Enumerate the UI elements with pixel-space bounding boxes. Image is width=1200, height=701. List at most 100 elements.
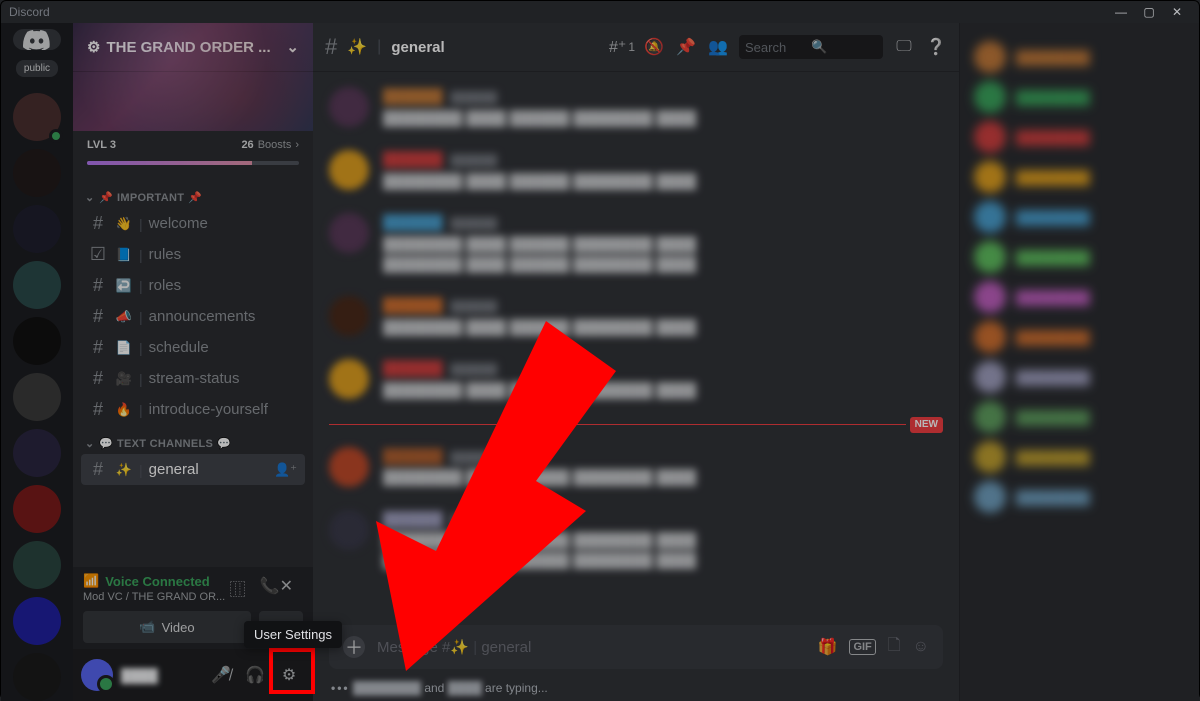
guild-item[interactable] (13, 541, 61, 589)
avatar (974, 481, 1006, 513)
avatar (974, 441, 1006, 473)
composer-placeholder[interactable]: Message #✨ | general (377, 638, 806, 656)
message-author[interactable]: ██████ (383, 510, 443, 530)
member-item[interactable]: ████████ (968, 37, 1191, 77)
message[interactable]: ████████████████████ ████ ██████ ███████… (329, 439, 943, 502)
member-item[interactable]: ████████ (968, 197, 1191, 237)
guild-item[interactable] (13, 485, 61, 533)
mute-button[interactable]: 🎤̸ (205, 659, 237, 691)
message[interactable]: ████████████████████ ████ ██████ ███████… (329, 79, 943, 142)
member-name: ████████ (1016, 370, 1090, 385)
channel-rules[interactable]: ☑📘|rules (81, 239, 305, 270)
member-item[interactable]: ████████ (968, 117, 1191, 157)
message-list[interactable]: ████████████████████ ████ ██████ ███████… (313, 71, 959, 625)
member-name: ████████ (1016, 50, 1090, 65)
channel-schedule[interactable]: #📄|schedule (81, 332, 305, 363)
window-minimize[interactable]: — (1107, 5, 1135, 19)
guild-item[interactable] (13, 653, 61, 701)
message-author[interactable]: ██████ (383, 87, 443, 107)
message[interactable]: ████████████████████ ████ ██████ ███████… (329, 142, 943, 205)
message-author[interactable]: ██████ (383, 213, 443, 233)
channel-announcements[interactable]: #📣|announcements (81, 301, 305, 332)
deafen-button[interactable]: 🎧 (239, 659, 271, 691)
member-item[interactable]: ████████ (968, 397, 1191, 437)
noise-suppression-icon[interactable]: ⿲ (230, 576, 246, 600)
channel-roles[interactable]: #↩️|roles (81, 270, 305, 301)
message-author[interactable]: ██████ (383, 296, 443, 316)
member-item[interactable]: ████████ (968, 277, 1191, 317)
member-item[interactable]: ████████ (968, 357, 1191, 397)
member-item[interactable]: ████████ (968, 157, 1191, 197)
window-maximize[interactable]: ▢ (1135, 5, 1163, 19)
boost-info[interactable]: LVL 3 26 Boosts › (73, 131, 313, 161)
guild-item[interactable] (13, 93, 61, 141)
disconnect-icon[interactable]: 📞✕ (260, 576, 293, 600)
search-input[interactable]: Search 🔍 (739, 35, 883, 59)
guild-item[interactable] (13, 261, 61, 309)
channel-stream-status[interactable]: #🎥|stream-status (81, 363, 305, 394)
help-icon: ❔ (926, 37, 946, 57)
avatar (974, 321, 1006, 353)
message-author[interactable]: ██████ (383, 150, 443, 170)
message[interactable]: ████████████████████ ████ ██████ ███████… (329, 205, 943, 288)
channel-emoji: ↩️ (115, 278, 133, 294)
channel-welcome[interactable]: #👋|welcome (81, 208, 305, 239)
boost-count: 26 (241, 139, 253, 151)
member-item[interactable]: ████████ (968, 237, 1191, 277)
channel-introduce-yourself[interactable]: #🔥|introduce-yourself (81, 394, 305, 425)
avatar[interactable] (329, 213, 369, 253)
help-button[interactable]: ❔ (925, 36, 947, 58)
member-item[interactable]: ████████ (968, 477, 1191, 517)
message[interactable]: ████████████████████ ████ ██████ ███████… (329, 288, 943, 351)
message[interactable]: ████████████████████ ████ ██████ ███████… (329, 502, 943, 585)
server-header[interactable]: ⚙ THE GRAND ORDER ... ⌄ (73, 23, 313, 71)
threads-button[interactable]: #⁺1 (611, 36, 633, 58)
member-name: ████████ (1016, 490, 1090, 505)
gif-icon[interactable]: GIF (849, 639, 875, 655)
members-toggle[interactable]: 👥 (707, 36, 729, 58)
channel-general[interactable]: # ✨ | general 👤⁺ (81, 454, 305, 485)
attach-button[interactable]: ＋ (343, 636, 365, 658)
member-item[interactable]: ████████ (968, 317, 1191, 357)
sticker-icon[interactable]: 🗋 (888, 634, 901, 661)
message-author[interactable]: ██████ (383, 447, 443, 467)
guild-item[interactable] (13, 373, 61, 421)
member-name: ████████ (1016, 330, 1090, 345)
guild-item[interactable] (13, 597, 61, 645)
inbox-button[interactable]: 🖵 (893, 36, 915, 58)
message-author[interactable]: ██████ (383, 359, 443, 379)
avatar[interactable] (329, 359, 369, 399)
hash-icon: # (89, 306, 107, 327)
avatar[interactable] (329, 447, 369, 487)
video-button[interactable]: 📹 Video (83, 611, 251, 643)
message[interactable]: ████████████████████ ████ ██████ ███████… (329, 351, 943, 414)
notifications-button[interactable]: 🔕 (643, 36, 665, 58)
channel-emoji: 📄 (115, 340, 133, 356)
pinned-button[interactable]: 📌 (675, 36, 697, 58)
category-text[interactable]: ⌄ 💬 TEXT CHANNELS 💬 (81, 425, 305, 454)
emoji-picker-icon[interactable]: ☺ (913, 638, 929, 656)
guild-item[interactable] (13, 205, 61, 253)
member-item[interactable]: ████████ (968, 437, 1191, 477)
avatar[interactable] (329, 296, 369, 336)
home-button[interactable] (13, 29, 61, 50)
avatar[interactable] (329, 510, 369, 550)
avatar[interactable] (329, 150, 369, 190)
guild-item[interactable] (13, 149, 61, 197)
channel-name: roles (149, 277, 297, 294)
message-timestamp: ██████ (451, 363, 498, 378)
member-item[interactable]: ████████ (968, 77, 1191, 117)
guild-folder-label[interactable]: public (16, 60, 58, 77)
pin-icon: 📌 (99, 191, 113, 204)
self-avatar[interactable] (81, 659, 113, 691)
gift-icon[interactable]: 🎁 (818, 637, 838, 657)
window-close[interactable]: ✕ (1163, 5, 1191, 19)
pin-icon: 📌 (676, 37, 696, 57)
avatar (974, 121, 1006, 153)
guild-item[interactable] (13, 429, 61, 477)
category-important[interactable]: ⌄ 📌 IMPORTANT 📌 (81, 179, 305, 208)
guild-item[interactable] (13, 317, 61, 365)
add-member-icon[interactable]: 👤⁺ (274, 462, 297, 478)
avatar[interactable] (329, 87, 369, 127)
chevron-down-icon: ⌄ (286, 38, 299, 56)
